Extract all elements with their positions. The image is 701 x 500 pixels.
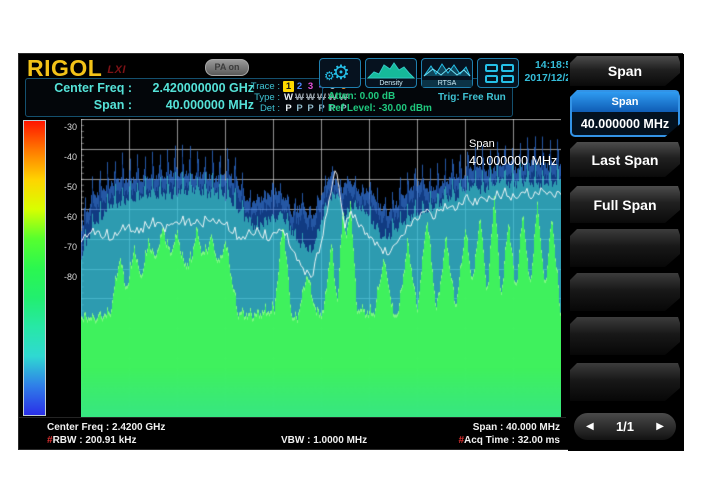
trace-type: W bbox=[305, 92, 316, 103]
softkey-full-span[interactable]: Full Span bbox=[570, 186, 680, 223]
y-tick-label: -40 bbox=[47, 152, 77, 162]
softkey-blank[interactable] bbox=[570, 273, 680, 311]
acq-value: Acq Time : 32.00 ms bbox=[464, 435, 560, 446]
softkey-menu: Span Span 40.000000 MHz Last Span Full S… bbox=[568, 54, 684, 451]
span-annotation-value: 40.000000 MHz bbox=[469, 154, 557, 168]
page-next-arrow[interactable]: ▶ bbox=[656, 421, 664, 432]
span-annotation: Span 40.000000 MHz bbox=[469, 134, 557, 168]
status-acq-time: #Acq Time : 32.00 ms bbox=[458, 435, 560, 446]
page: { "device": { "brand": "RIGOL", "brand_s… bbox=[0, 0, 701, 500]
trace-number: 3 bbox=[305, 81, 316, 92]
windows-grid-icon bbox=[485, 64, 514, 83]
density-colorbar bbox=[23, 120, 46, 416]
system-settings-button[interactable]: ⚙ ⚙ bbox=[319, 58, 361, 88]
y-tick-label: -50 bbox=[47, 182, 77, 192]
gear-small-icon: ⚙ bbox=[324, 69, 335, 83]
det-row-label: Det : bbox=[244, 103, 280, 114]
density-view-button[interactable]: Density bbox=[365, 58, 417, 88]
softkey-span-selected[interactable]: Span 40.000000 MHz bbox=[570, 90, 680, 137]
span-value: 40.000000 MHz bbox=[132, 97, 254, 114]
status-bar: Center Freq : 2.4200 GHz Span : 40.000 M… bbox=[19, 417, 566, 452]
ref-level-value: Ref Level: -30.00 dBm bbox=[328, 103, 432, 114]
rtsa-view-button[interactable]: RTSA bbox=[421, 58, 473, 88]
y-tick-label: -80 bbox=[47, 272, 77, 282]
rbw-value: RBW : 200.91 kHz bbox=[53, 435, 137, 446]
trigger-status: Trig: Free Run bbox=[438, 92, 506, 103]
brand-lxi-badge: LXI bbox=[107, 64, 126, 76]
menu-page-nav: ◀ 1/1 ▶ bbox=[574, 413, 676, 440]
y-tick-label: -70 bbox=[47, 242, 77, 252]
softkey-blank[interactable] bbox=[570, 363, 680, 401]
center-freq-label: Center Freq : bbox=[36, 80, 132, 97]
y-tick-label: -60 bbox=[47, 212, 77, 222]
softkey-last-span[interactable]: Last Span bbox=[570, 142, 680, 177]
atten-readout: Atten: 0.00 dBRef Level: -30.00 dBm bbox=[328, 91, 432, 115]
page-indicator: 1/1 bbox=[616, 419, 634, 434]
page-prev-arrow[interactable]: ◀ bbox=[586, 421, 594, 432]
atten-value: Atten: 0.00 dB bbox=[328, 91, 395, 102]
rtsa-spectrum-icon bbox=[422, 60, 472, 78]
status-rbw: #RBW : 200.91 kHz bbox=[47, 435, 136, 446]
center-freq-value: 2.420000000 GHz bbox=[132, 80, 254, 97]
density-spectrum-icon bbox=[366, 60, 416, 80]
softkey-span-value: 40.000000 MHz bbox=[572, 112, 678, 135]
menu-title-span: Span bbox=[570, 56, 680, 86]
status-center-freq: Center Freq : 2.4200 GHz bbox=[47, 422, 165, 433]
trace-detector: P bbox=[294, 103, 305, 114]
trace-type: W bbox=[283, 92, 294, 103]
softkey-blank[interactable] bbox=[570, 317, 680, 355]
trace-row-label: Trace : bbox=[244, 81, 280, 92]
rtsa-button-label: RTSA bbox=[422, 80, 472, 87]
span-annotation-label: Span bbox=[469, 134, 557, 154]
pa-on-button[interactable]: PA on bbox=[205, 59, 249, 76]
freq-readout: Center Freq :2.420000000 GHz Span :40.00… bbox=[36, 80, 254, 114]
status-span: Span : 40.000 MHz bbox=[473, 422, 560, 433]
y-tick-label: -30 bbox=[47, 122, 77, 132]
trace-type: W bbox=[294, 92, 305, 103]
span-label: Span : bbox=[36, 97, 132, 114]
trace-number: 1 bbox=[283, 81, 294, 92]
density-button-label: Density bbox=[366, 80, 416, 87]
status-vbw: VBW : 1.0000 MHz bbox=[281, 435, 367, 446]
trace-number: 2 bbox=[294, 81, 305, 92]
trace-detector: P bbox=[305, 103, 316, 114]
softkey-blank[interactable] bbox=[570, 229, 680, 267]
trace-detector: P bbox=[283, 103, 294, 114]
instrument-screen: RIGOLLXI PA on Center Freq :2.420000000 … bbox=[18, 53, 683, 450]
softkey-span-label: Span bbox=[572, 92, 678, 112]
type-row-label: Type : bbox=[244, 92, 280, 103]
